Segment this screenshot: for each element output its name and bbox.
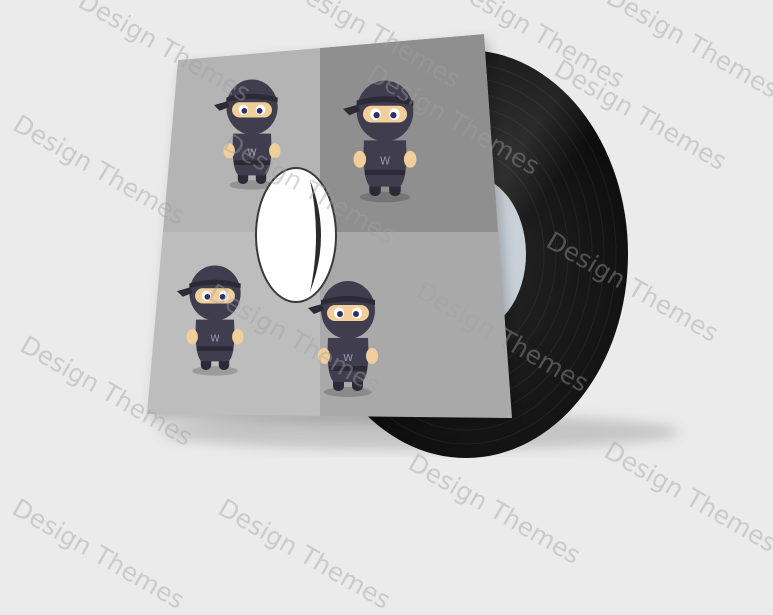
sleeve-panel-top-right — [320, 34, 498, 232]
vinyl-mockup-scene: W — [0, 0, 773, 520]
sleeve-center-hole — [256, 168, 336, 302]
record-sleeve — [140, 34, 516, 424]
